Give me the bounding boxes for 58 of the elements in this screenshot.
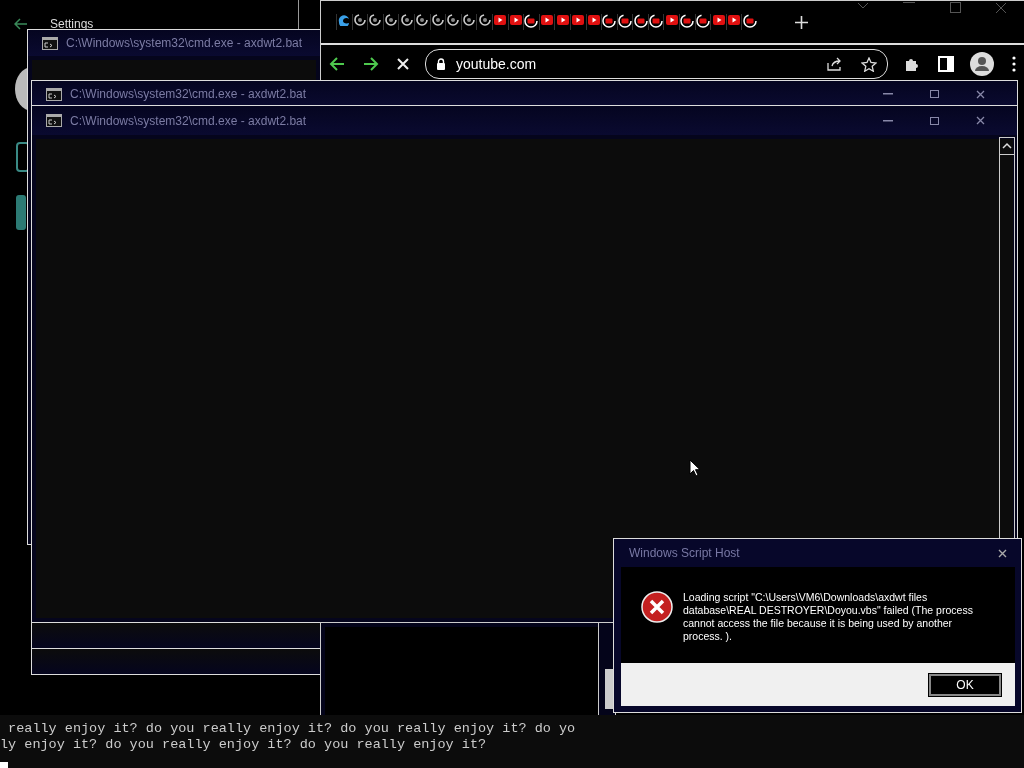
video-tab-icon[interactable] (712, 14, 725, 26)
browser-icon[interactable] (338, 14, 351, 26)
stop-icon[interactable] (397, 58, 409, 70)
console-line: really enjoy it? do you really enjoy it? do you really enjoy it? do yo (7, 721, 577, 737)
text-cursor (0, 762, 8, 768)
maximize-icon[interactable] (929, 116, 939, 125)
close-icon[interactable] (975, 116, 985, 125)
address-bar[interactable]: youtube.com (425, 49, 888, 79)
error-icon (641, 591, 673, 623)
minimize-icon[interactable] (883, 93, 893, 95)
profile-icon[interactable] (970, 52, 994, 76)
window-title: C:\Windows\system32\cmd.exe - axdwt2.bat (66, 36, 304, 50)
video-tab-icon[interactable] (556, 14, 569, 26)
loading-icon[interactable] (463, 14, 476, 26)
loading-icon[interactable] (369, 14, 382, 26)
share-icon[interactable] (827, 57, 843, 71)
loading-icon[interactable] (400, 14, 413, 26)
close-icon[interactable] (975, 89, 985, 99)
mouse-pointer-icon (689, 459, 701, 477)
video-tab-icon[interactable] (541, 14, 553, 26)
window-title: Settings (50, 17, 94, 31)
loading-icon[interactable] (385, 14, 398, 26)
side-panel-icon[interactable] (938, 56, 954, 72)
star-icon[interactable] (861, 56, 877, 72)
video-tab-icon[interactable] (494, 14, 507, 26)
maximize-icon[interactable] (929, 90, 939, 98)
loading-icon[interactable] (431, 14, 444, 26)
console-icon (46, 87, 62, 101)
video-tab-icon[interactable] (509, 14, 522, 26)
loading-icon[interactable] (447, 14, 460, 26)
loading-icon[interactable] (416, 14, 429, 26)
console-icon (42, 36, 58, 50)
puzzle-icon[interactable] (904, 56, 920, 72)
maximize-icon[interactable] (949, 2, 961, 13)
error-message: Loading script "C:\Users\VM6\Downloads\axdwt files database\REAL DESTROYER\Doyou.vbs" failed (The process cannot access the file because it is being used by another process. ). (683, 591, 974, 644)
video-tab-icon[interactable] (665, 14, 678, 26)
video-tab-icon[interactable] (572, 14, 585, 26)
sidebar-tile[interactable] (16, 195, 26, 230)
window-title: C:\Windows\system32\cmd.exe - axdwt2.bat (70, 87, 308, 101)
minimize-icon[interactable] (903, 2, 915, 4)
ok-button[interactable]: OK (929, 673, 1001, 696)
video-tab-icon[interactable] (728, 14, 741, 26)
chevron-down-icon[interactable] (857, 2, 869, 10)
close-icon[interactable] (998, 548, 1007, 558)
loading-icon[interactable] (478, 14, 491, 26)
dialog-title: Windows Script Host (629, 546, 740, 560)
lock-icon (436, 58, 446, 70)
back-arrow-icon[interactable] (14, 18, 28, 30)
console-line: ly enjoy it? do you really enjoy it? do you really enjoy it? (0, 737, 488, 753)
menu-icon[interactable] (1012, 56, 1016, 72)
console-icon (46, 114, 62, 127)
minimize-icon[interactable] (883, 119, 893, 122)
window-title: C:\Windows\system32\cmd.exe - axdwt2.bat (70, 113, 308, 128)
new-tab-icon[interactable] (795, 15, 809, 29)
video-tab-icon[interactable] (587, 14, 600, 26)
back-arrow-icon[interactable] (329, 57, 345, 71)
loading-icon[interactable] (353, 14, 366, 26)
forward-arrow-icon[interactable] (363, 57, 379, 71)
